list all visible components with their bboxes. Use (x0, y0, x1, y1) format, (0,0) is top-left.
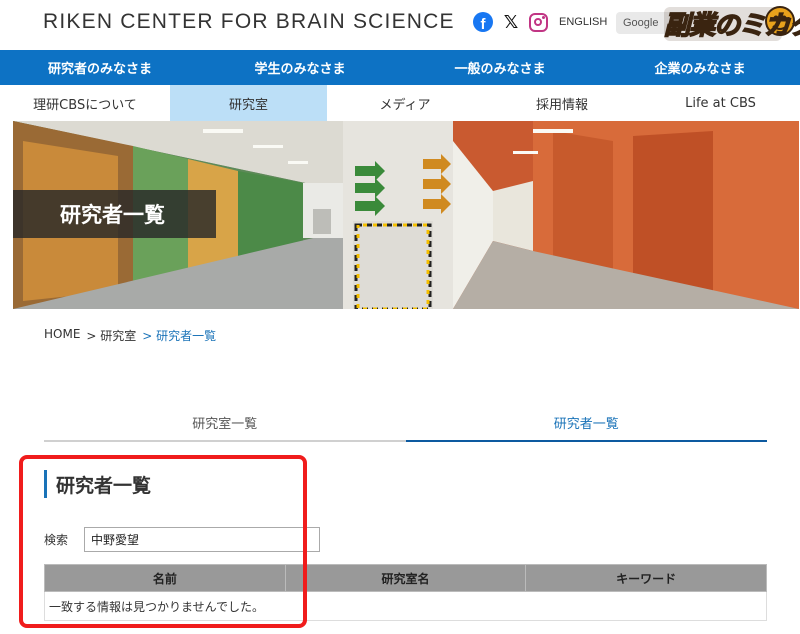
instagram-icon[interactable] (527, 11, 549, 33)
nav-item-companies[interactable]: 企業のみなさま (600, 50, 800, 85)
nav-item-general[interactable]: 一般のみなさま (400, 50, 600, 85)
tab-bar: 研究室一覧 研究者一覧 (44, 405, 767, 442)
nav-item-researchers[interactable]: 研究者のみなさま (0, 50, 200, 85)
tab-lab-list[interactable]: 研究室一覧 (44, 405, 406, 442)
search-label: 検索 (44, 533, 69, 547)
column-header-name[interactable]: 名前 (44, 564, 286, 592)
subnav-item-careers[interactable]: 採用情報 (483, 85, 641, 121)
english-link[interactable]: ENGLISH (559, 16, 607, 28)
search-input[interactable] (84, 527, 320, 552)
hero-title: 研究者一覧 (13, 190, 216, 238)
breadcrumb: HOME > 研究室 > 研究者一覧 (44, 327, 216, 344)
column-header-lab[interactable]: 研究室名 (284, 564, 527, 592)
subnav-item-media[interactable]: メディア (327, 85, 483, 121)
section-title: 研究者一覧 (44, 470, 151, 498)
breadcrumb-home[interactable]: HOME (44, 327, 80, 344)
site-title[interactable]: RIKEN CENTER FOR BRAIN SCIENCE (43, 10, 455, 34)
sub-nav: 理研CBSについて 研究室 メディア 採用情報 Life at CBS (0, 85, 800, 121)
table-row: 一致する情報は見つかりませんでした。 (44, 591, 767, 621)
results-table: 名前 研究室名 キーワード 一致する情報は見つかりませんでした。 (44, 564, 767, 621)
facebook-icon[interactable]: f (472, 11, 494, 33)
subnav-item-about[interactable]: 理研CBSについて (0, 85, 170, 121)
main-nav: 研究者のみなさま 学生のみなさま 一般のみなさま 企業のみなさま (0, 50, 800, 85)
tab-researcher-list[interactable]: 研究者一覧 (405, 405, 767, 442)
google-search-label: Google (623, 17, 659, 29)
overlay-logo-text: 副業のミカタ (663, 10, 800, 42)
breadcrumb-labs[interactable]: > 研究室 (86, 327, 136, 344)
empty-message: 一致する情報は見つかりませんでした。 (44, 591, 767, 621)
breadcrumb-current: > 研究者一覧 (142, 329, 217, 343)
overlay-logo: 副業のミカタ (662, 3, 800, 45)
subnav-item-labs[interactable]: 研究室 (170, 85, 327, 121)
nav-item-students[interactable]: 学生のみなさま (200, 50, 400, 85)
table-header-row: 名前 研究室名 キーワード (44, 564, 767, 592)
site-header: RIKEN CENTER FOR BRAIN SCIENCE f 𝕏 ENGLI… (0, 0, 800, 50)
hero-banner: 研究者一覧 (13, 121, 799, 309)
subnav-item-life[interactable]: Life at CBS (641, 85, 800, 121)
x-icon[interactable]: 𝕏 (500, 11, 522, 33)
column-header-keyword[interactable]: キーワード (525, 564, 767, 592)
